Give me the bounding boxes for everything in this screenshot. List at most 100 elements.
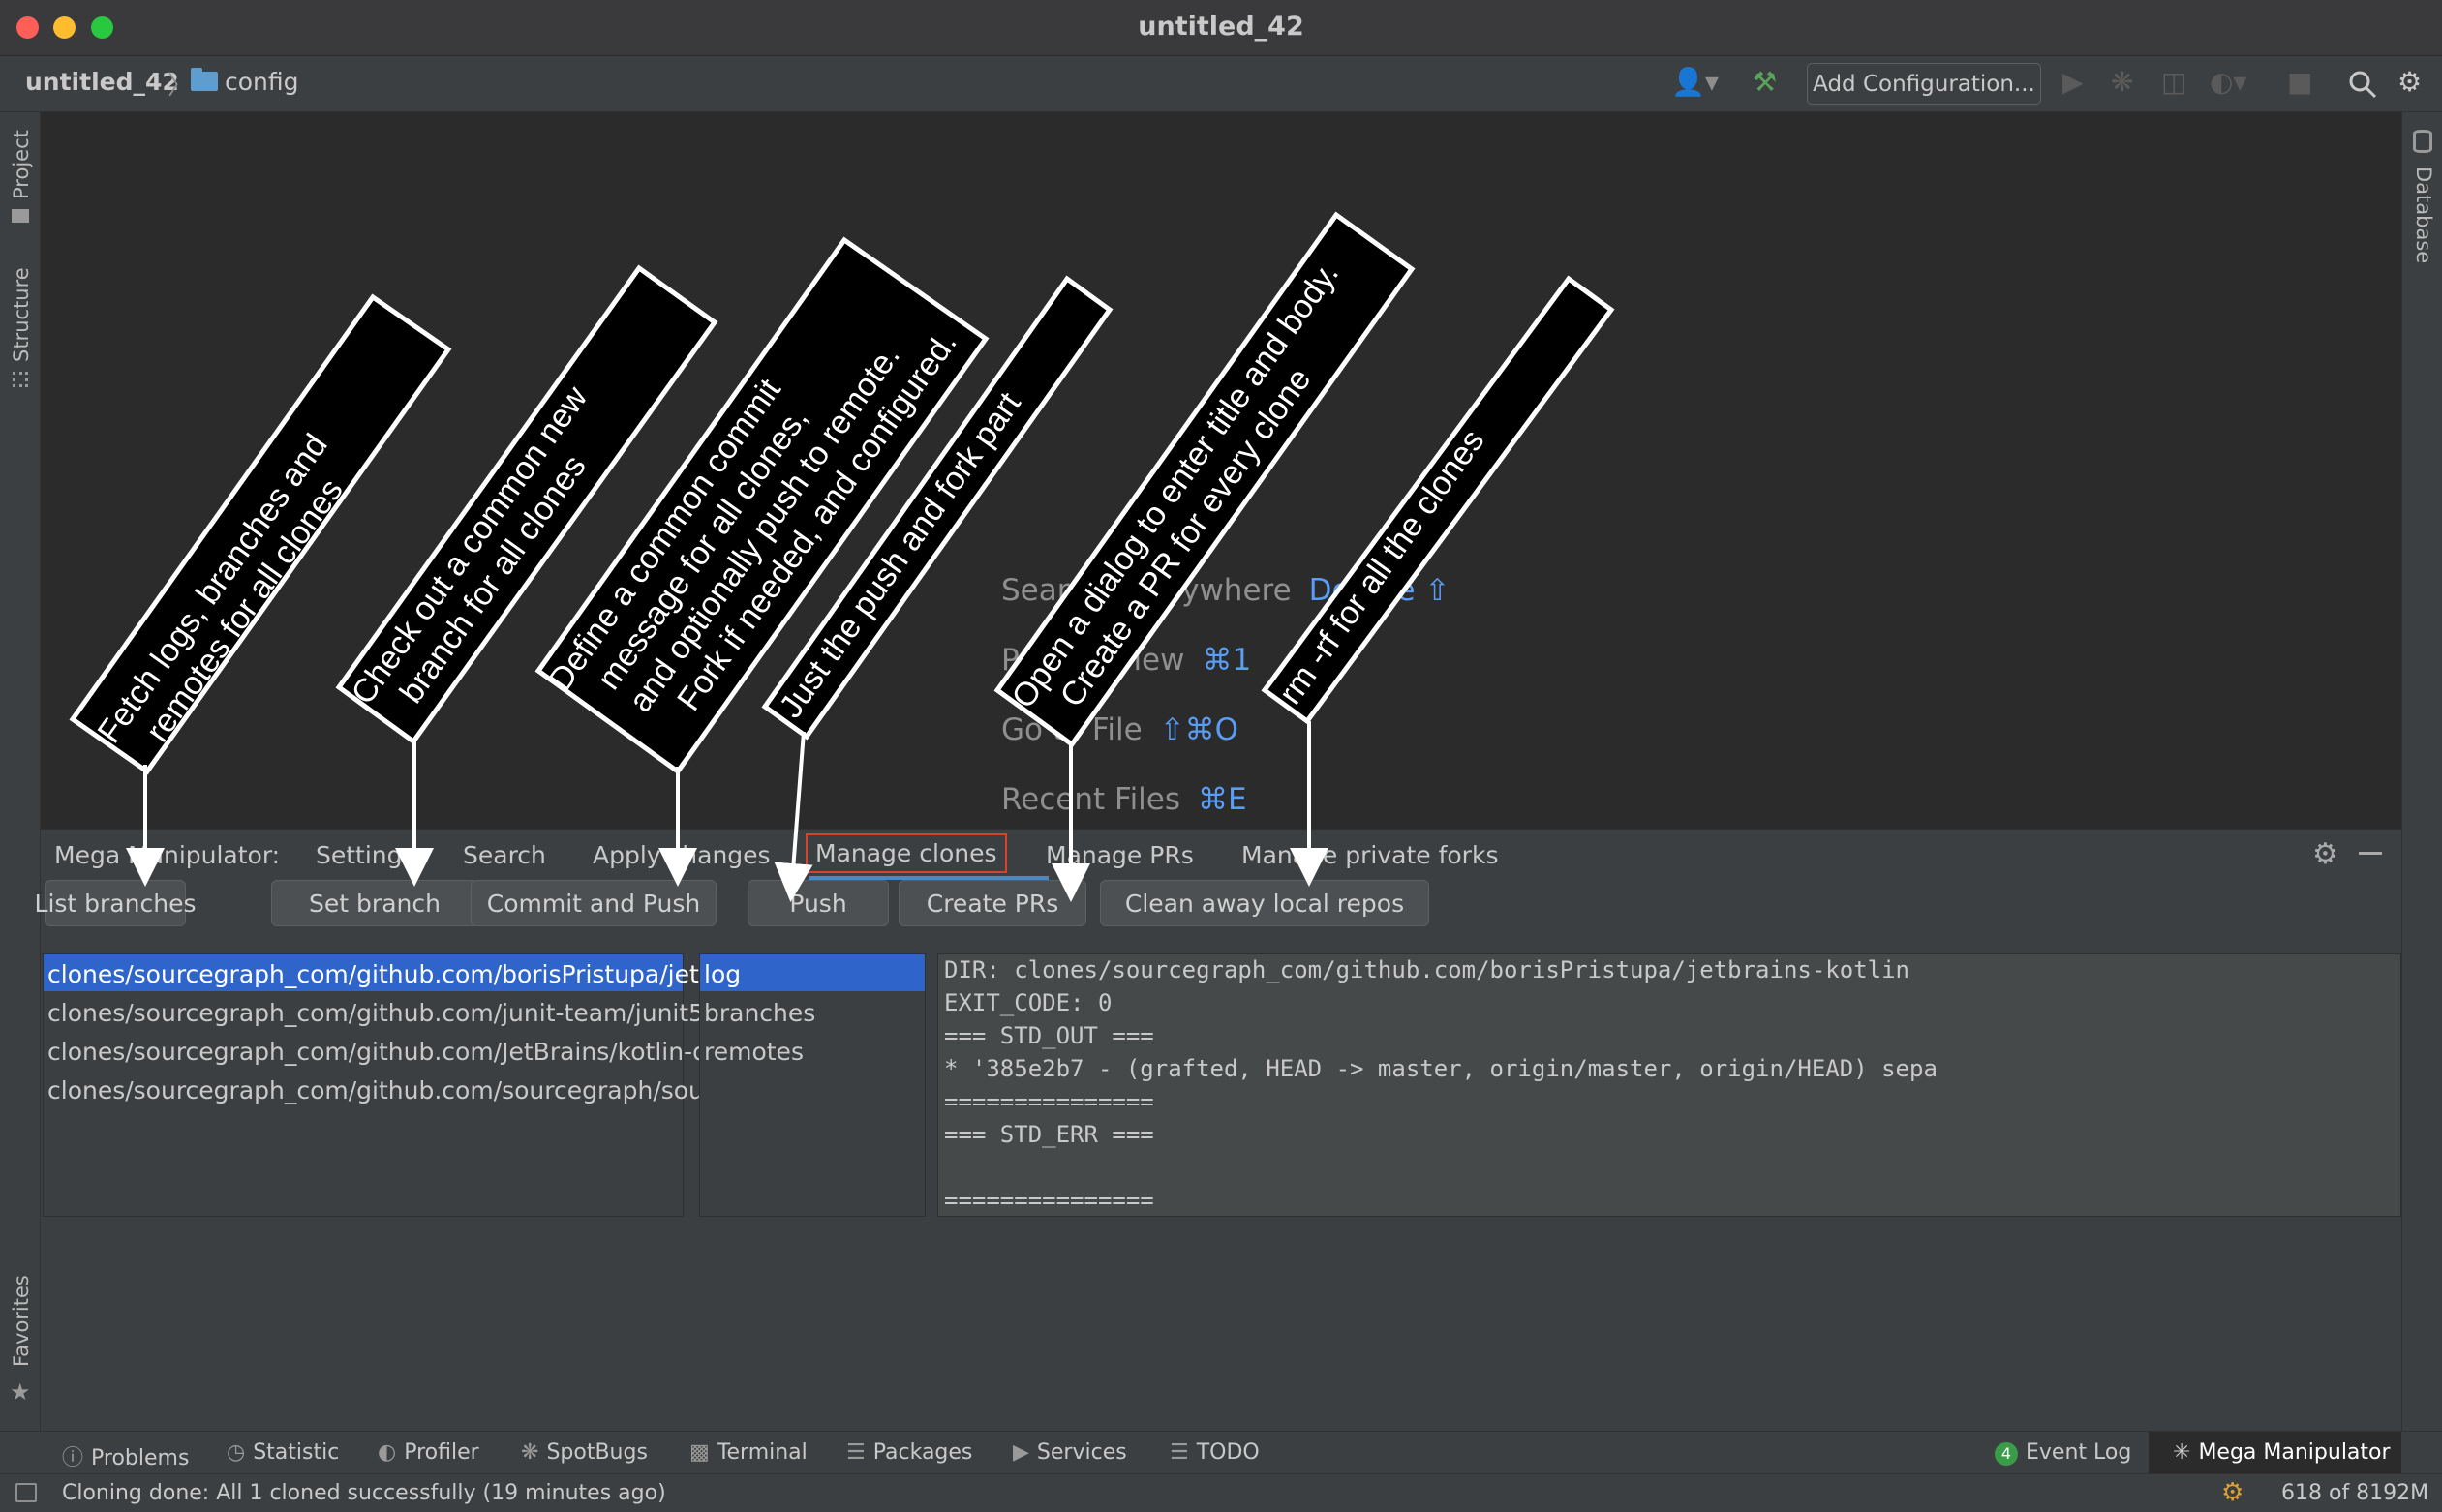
memory-indicator[interactable]: 618 of 8192M — [2281, 1481, 2428, 1505]
spotbugs-label: SpotBugs — [546, 1440, 648, 1465]
tool-window-label: Mega Manipulator: — [54, 841, 281, 869]
window-title: untitled_42 — [1138, 12, 1304, 42]
repo-list-item[interactable]: clones/sourcegraph_com/github.com/JetBra… — [44, 1032, 840, 1069]
output-line: DIR: clones/sourcegraph_com/github.com/b… — [944, 956, 1909, 983]
stop-icon[interactable]: ■ — [2287, 66, 2312, 98]
packages-label: Packages — [872, 1440, 973, 1465]
event-log-tool-button[interactable]: 4 Event Log — [1995, 1440, 2131, 1466]
star-icon: ★ — [10, 1378, 31, 1406]
mega-manipulator-tool-button[interactable]: ✳ Mega Manipulator — [2173, 1440, 2391, 1465]
build-hammer-icon[interactable]: ⚒ — [1753, 66, 1777, 98]
tab-search[interactable]: Search — [463, 841, 546, 869]
hint-search-everywhere: Search Everywhere Double ⇧ — [1001, 573, 1450, 608]
command-list-item[interactable]: branches — [700, 993, 925, 1030]
commit-and-push-button[interactable]: Commit and Push — [471, 880, 717, 926]
output-line: EXIT_CODE: 0 — [944, 989, 1113, 1016]
services-label: Services — [1036, 1440, 1127, 1465]
output-line: =============== — [944, 1187, 1154, 1214]
editor-area: Search Everywhere Double ⇧ Project View ⌘1… — [41, 112, 2401, 829]
output-line: =============== — [944, 1088, 1154, 1115]
output-line: === STD_OUT === — [944, 1022, 1154, 1049]
todo-tool-button[interactable]: ☰ TODO — [1170, 1440, 1260, 1465]
packages-icon: ☰ — [846, 1440, 866, 1465]
command-list[interactable]: log branches remotes — [699, 953, 926, 1217]
profiler-label: Profiler — [404, 1440, 479, 1465]
run-icon[interactable]: ▶ — [2062, 66, 2084, 98]
push-button[interactable]: Push — [748, 880, 889, 926]
hint-shortcut: ⌘E — [1198, 782, 1247, 817]
project-tool-tab[interactable]: Project — [10, 130, 33, 199]
tool-window-header: Mega Manipulator: Settings Search Apply … — [41, 830, 2401, 882]
hint-shortcut: ⌘1 — [1202, 643, 1252, 678]
tab-manage-private-forks[interactable]: Manage private forks — [1241, 841, 1498, 869]
spotbugs-tool-button[interactable]: ❋ SpotBugs — [521, 1440, 648, 1465]
structure-icon — [13, 372, 28, 387]
todo-list-icon: ☰ — [1170, 1440, 1189, 1465]
hint-shortcut: ⇧⌘O — [1159, 712, 1239, 747]
repo-list-item[interactable]: clones/sourcegraph_com/github.com/source… — [44, 1071, 812, 1107]
set-branch-button[interactable]: Set branch — [271, 880, 478, 926]
event-log-label: Event Log — [2026, 1440, 2132, 1465]
left-tool-strip: Project Structure Favorites ★ — [0, 112, 41, 1431]
tab-apply-changes[interactable]: Apply changes — [593, 841, 771, 869]
problems-tool-button[interactable]: ⓘ Problems — [62, 1440, 189, 1471]
clean-away-local-repos-button[interactable]: Clean away local repos — [1100, 880, 1429, 926]
output-line: === STD_ERR === — [944, 1121, 1154, 1148]
structure-tool-tab[interactable]: Structure — [10, 267, 33, 362]
problems-icon: ⓘ — [62, 1446, 84, 1470]
statistic-tool-button[interactable]: ◷ Statistic — [227, 1440, 339, 1465]
repo-list[interactable]: clones/sourcegraph_com/github.com/borisP… — [43, 953, 849, 1217]
packages-tool-button[interactable]: ☰ Packages — [846, 1440, 972, 1465]
hint-label: Go to File — [1001, 712, 1143, 747]
statistic-label: Statistic — [253, 1440, 340, 1465]
hint-go-to-file: Go to File ⇧⌘O — [1001, 712, 1238, 747]
breadcrumb-project[interactable]: untitled_42 — [25, 68, 179, 96]
hint-shortcut: Double ⇧ — [1308, 573, 1450, 608]
terminal-label: Terminal — [717, 1440, 808, 1465]
tab-manage-prs[interactable]: Manage PRs — [1046, 841, 1194, 869]
user-icon[interactable]: 👤▾ — [1671, 66, 1719, 98]
todo-label: TODO — [1196, 1440, 1260, 1465]
folder-icon — [191, 68, 218, 91]
list-branches-button[interactable]: List branches — [35, 880, 196, 926]
database-icon — [2413, 130, 2432, 153]
add-configuration-button[interactable]: Add Configuration... — [1807, 63, 2041, 105]
spotbugs-icon: ❋ — [521, 1440, 539, 1465]
hector-icon[interactable]: ⚙ — [2221, 1478, 2244, 1507]
mega-manipulator-icon: ✳ — [2173, 1440, 2191, 1465]
hint-project-view: Project View ⌘1 — [1001, 643, 1251, 678]
repo-list-item[interactable]: clones/sourcegraph_com/github.com/junit-… — [44, 993, 704, 1030]
layout-toggle-icon[interactable] — [15, 1483, 37, 1502]
problems-label: Problems — [91, 1446, 190, 1470]
debug-icon[interactable]: ❋ — [2111, 66, 2133, 98]
create-prs-button[interactable]: Create PRs — [899, 880, 1086, 926]
navigation-bar: untitled_42 〉 config 👤▾ ⚒ Add Configurat… — [0, 56, 2442, 112]
breadcrumb-separator: 〉 — [168, 72, 194, 101]
tab-manage-clones[interactable]: Manage clones — [806, 833, 1007, 873]
breadcrumb-config[interactable]: config — [225, 68, 299, 96]
command-list-item[interactable]: remotes — [700, 1032, 925, 1069]
tab-settings[interactable]: Settings — [316, 841, 415, 869]
favorites-tool-tab[interactable]: Favorites — [10, 1275, 33, 1367]
terminal-tool-button[interactable]: ▩ Terminal — [689, 1440, 808, 1465]
profiler-tool-button[interactable]: ◐ Profiler — [378, 1440, 479, 1465]
coverage-icon[interactable]: ◫ — [2161, 66, 2186, 98]
hint-recent-files: Recent Files ⌘E — [1001, 782, 1247, 817]
status-bar: Cloning done: All 1 cloned successfully … — [0, 1473, 2442, 1512]
command-output[interactable]: DIR: clones/sourcegraph_com/github.com/b… — [937, 953, 2401, 1217]
mega-manipulator-label: Mega Manipulator — [2198, 1440, 2391, 1465]
command-list-item[interactable]: log — [700, 954, 925, 991]
repo-list-item[interactable]: clones/sourcegraph_com/github.com/borisP… — [44, 954, 849, 991]
profile-icon[interactable]: ◐▾ — [2210, 66, 2247, 98]
status-message[interactable]: Cloning done: All 1 cloned successfully … — [62, 1481, 666, 1505]
output-line: * '385e2b7 - (grafted, HEAD -> master, o… — [944, 1055, 1938, 1082]
database-tool-tab[interactable]: Database — [2412, 166, 2435, 263]
project-folder-icon — [12, 209, 29, 223]
title-bar: untitled_42 — [0, 0, 2442, 56]
settings-gear-icon[interactable]: ⚙ — [2397, 66, 2422, 98]
search-icon[interactable] — [2348, 70, 2377, 99]
tool-window-gear-icon[interactable]: ⚙ — [2312, 837, 2338, 871]
minimize-tool-window-icon[interactable] — [2359, 852, 2382, 855]
services-tool-button[interactable]: ▶ Services — [1013, 1440, 1127, 1465]
mega-manipulator-tool-window: Mega Manipulator: Settings Search Apply … — [35, 829, 2401, 1431]
